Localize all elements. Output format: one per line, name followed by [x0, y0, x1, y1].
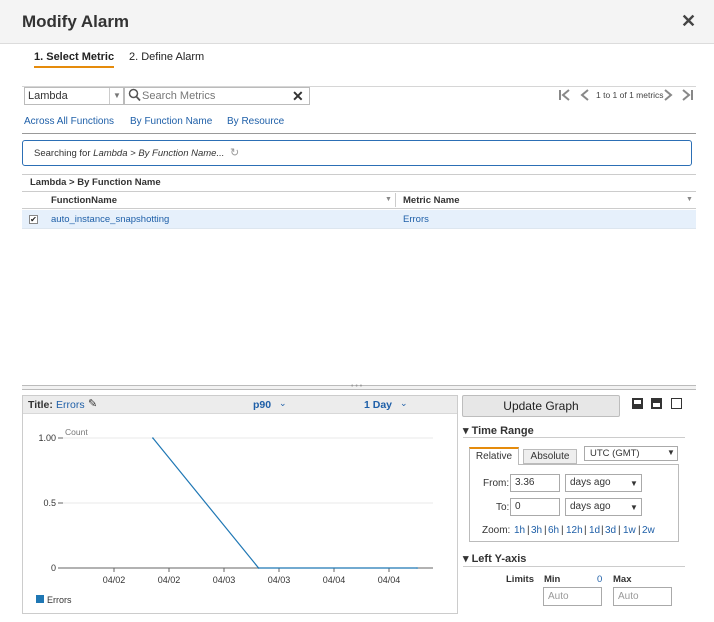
chevron-down-icon[interactable]: ▼	[667, 448, 675, 457]
y-tick-label: 0	[51, 563, 56, 573]
zoom-1w[interactable]: 1w	[623, 525, 636, 536]
zoom-1d[interactable]: 1d	[589, 525, 600, 536]
to-label: To:	[496, 502, 510, 513]
min-label: Min	[544, 574, 561, 585]
graph-title-value[interactable]: Errors	[56, 399, 85, 411]
zoom-separator: |	[561, 525, 564, 536]
last-page-icon[interactable]	[680, 88, 694, 105]
metric-chart: 1.00 0.5 0 Count 04/02 04/02 04/03 04/03 04/04 0…	[36, 427, 433, 605]
zoom-3h[interactable]: 3h	[531, 525, 542, 536]
breadcrumb: Lambda > By Function Name	[30, 177, 161, 188]
nav-across-all-functions[interactable]: Across All Functions	[24, 116, 114, 127]
tab-absolute[interactable]: Absolute	[523, 449, 577, 464]
chevron-down-icon[interactable]: ▼	[630, 503, 638, 512]
nav-by-function-name[interactable]: By Function Name	[130, 116, 212, 127]
step-define-alarm[interactable]: 2. Define Alarm	[129, 51, 204, 63]
y-max-input[interactable]	[613, 587, 672, 606]
timezone-select[interactable]: UTC (GMT)	[584, 446, 678, 461]
period-select[interactable]: 1 Day	[364, 399, 392, 411]
left-y-axis-heading[interactable]: ▾ Left Y-axis	[463, 552, 526, 565]
sort-arrow-icon[interactable]: ▼	[686, 196, 693, 203]
statistic-select[interactable]: p90	[253, 399, 271, 411]
zoom-12h[interactable]: 12h	[566, 525, 583, 536]
loading-spinner-icon: ↻	[230, 147, 240, 159]
sort-arrow-icon[interactable]: ▼	[385, 196, 392, 203]
chevron-down-icon[interactable]: ⌄	[279, 398, 287, 409]
zoom-separator: |	[601, 525, 604, 536]
data-point	[416, 567, 418, 569]
search-status-text: Searching for Lambda > By Function Name.…	[34, 148, 224, 159]
y-axis-label: Count	[65, 427, 88, 437]
from-value-input[interactable]: 3.36	[510, 474, 560, 492]
limits-label: Limits	[506, 574, 534, 585]
divider	[463, 566, 685, 567]
row-checkbox[interactable]: ✔	[29, 215, 38, 224]
column-header-metric-name[interactable]: Metric Name	[403, 195, 460, 206]
search-input[interactable]	[142, 89, 287, 103]
zoom-separator: |	[527, 525, 530, 536]
drag-handle-icon[interactable]: • • •	[351, 383, 362, 390]
zoom-2w[interactable]: 2w	[642, 525, 655, 536]
divider	[22, 133, 696, 134]
search-status-query: Lambda > By Function Name...	[93, 148, 225, 159]
zoom-label: Zoom:	[482, 525, 511, 536]
chevron-down-icon[interactable]: ▼	[630, 479, 638, 488]
function-name-cell[interactable]: auto_instance_snapshotting	[51, 214, 169, 225]
search-status-prefix: Searching for	[34, 148, 94, 159]
layout-full-icon[interactable]	[671, 398, 682, 409]
close-icon[interactable]: ✕	[681, 11, 696, 32]
x-tick-label: 04/02	[103, 575, 126, 585]
chevron-down-icon[interactable]: ⌄	[400, 398, 408, 409]
y-tick-label: 0.5	[43, 498, 56, 508]
table-header	[22, 191, 696, 209]
zoom-separator: |	[618, 525, 621, 536]
pager-status: 1 to 1 of 1 metrics	[596, 90, 664, 100]
namespace-select-value: Lambda	[28, 90, 68, 102]
column-header-function-name[interactable]: FunctionName	[51, 195, 117, 206]
to-value-input[interactable]: 0	[510, 498, 560, 516]
y-min-input[interactable]	[543, 587, 602, 606]
column-divider[interactable]	[395, 193, 396, 207]
clear-search-icon[interactable]: ✕	[292, 88, 304, 105]
zoom-3d[interactable]: 3d	[605, 525, 616, 536]
zoom-separator: |	[584, 525, 587, 536]
first-page-icon[interactable]	[558, 88, 572, 105]
zoom-1h[interactable]: 1h	[514, 525, 525, 536]
update-graph-button[interactable]: Update Graph	[462, 395, 620, 417]
x-tick-label: 04/04	[323, 575, 346, 585]
time-range-heading[interactable]: ▾ Time Range	[463, 424, 534, 437]
min-zero-link[interactable]: 0	[597, 574, 602, 585]
step-select-metric[interactable]: 1. Select Metric	[34, 51, 115, 68]
left-y-axis-label: Left Y-axis	[471, 553, 527, 565]
y-tick-label: 1.00	[38, 433, 56, 443]
metric-name-cell[interactable]: Errors	[403, 214, 429, 225]
graph-title-label: Title:	[28, 399, 53, 411]
x-tick-label: 04/03	[268, 575, 291, 585]
search-icon	[128, 88, 141, 105]
max-label: Max	[613, 574, 632, 585]
divider	[463, 437, 685, 438]
data-point	[257, 567, 260, 569]
zoom-6h[interactable]: 6h	[548, 525, 559, 536]
zoom-separator: |	[544, 525, 547, 536]
layout-bottom-icon[interactable]	[632, 398, 643, 409]
previous-page-icon[interactable]	[580, 88, 590, 105]
data-point	[152, 437, 154, 439]
x-tick-label: 04/04	[378, 575, 401, 585]
time-range-label: Time Range	[471, 425, 534, 437]
legend-label: Errors	[47, 595, 72, 605]
x-tick-label: 04/02	[158, 575, 181, 585]
from-label: From:	[483, 478, 510, 489]
dialog-title: Modify Alarm	[22, 12, 130, 31]
zoom-separator: |	[638, 525, 641, 536]
next-page-icon[interactable]	[663, 88, 673, 105]
layout-top-icon[interactable]	[651, 398, 662, 409]
chevron-down-icon[interactable]: ▼	[109, 88, 124, 104]
pencil-icon[interactable]: ✎	[88, 397, 97, 410]
nav-by-resource[interactable]: By Resource	[227, 116, 284, 127]
legend-swatch	[36, 595, 44, 603]
x-tick-label: 04/03	[213, 575, 236, 585]
tab-relative[interactable]: Relative	[469, 447, 519, 465]
divider	[22, 174, 696, 175]
